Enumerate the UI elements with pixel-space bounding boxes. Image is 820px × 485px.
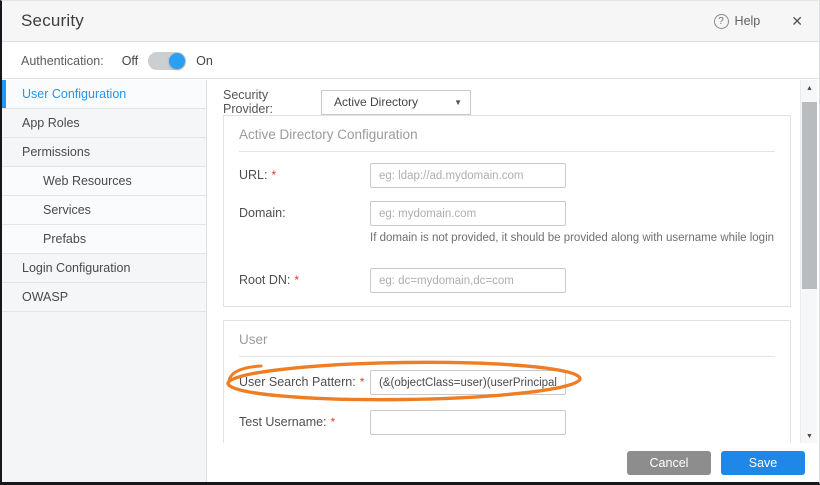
required-asterisk: * xyxy=(271,168,276,182)
sidebar-item-owasp[interactable]: OWASP xyxy=(2,283,206,312)
toggle-off-label: Off xyxy=(122,54,138,68)
help-label: Help xyxy=(735,14,761,28)
security-dialog: Security ? Help ✕ Authentication: Off On… xyxy=(0,0,820,485)
dialog-header: Security ? Help ✕ xyxy=(2,1,819,42)
scrollbar-thumb[interactable] xyxy=(802,102,817,289)
security-provider-value: Active Directory xyxy=(334,95,418,109)
sidebar-item-app-roles[interactable]: App Roles xyxy=(2,109,206,138)
cancel-button[interactable]: Cancel xyxy=(627,451,711,475)
url-input[interactable] xyxy=(370,163,566,188)
root-dn-label: Root DN: xyxy=(239,273,290,287)
ad-configuration-panel: Active Directory Configuration URL: * Dom… xyxy=(223,115,791,307)
ad-configuration-heading: Active Directory Configuration xyxy=(224,116,790,151)
authentication-toggle[interactable] xyxy=(148,52,186,70)
sidebar-item-web-resources[interactable]: Web Resources xyxy=(2,167,206,196)
chevron-down-icon: ▼ xyxy=(454,98,462,107)
user-search-pattern-row: User Search Pattern: * xyxy=(224,370,790,395)
sidebar-item-user-configuration[interactable]: User Configuration xyxy=(2,80,206,109)
sidebar-item-prefabs[interactable]: Prefabs xyxy=(2,225,206,254)
settings-sidebar: User Configuration App Roles Permissions… xyxy=(2,80,207,482)
user-search-pattern-input[interactable] xyxy=(370,370,566,395)
toggle-on-label: On xyxy=(196,54,213,68)
help-icon: ? xyxy=(714,14,729,29)
security-provider-select[interactable]: Active Directory ▼ xyxy=(321,90,471,115)
required-asterisk: * xyxy=(331,415,336,429)
page-title: Security xyxy=(21,11,84,31)
user-heading: User xyxy=(224,321,790,356)
divider xyxy=(239,356,775,357)
root-dn-field-row: Root DN: * xyxy=(224,268,790,293)
sidebar-item-permissions[interactable]: Permissions xyxy=(2,138,206,167)
test-username-input[interactable] xyxy=(370,410,566,435)
test-username-label: Test Username: xyxy=(239,415,327,429)
toggle-knob xyxy=(169,53,185,69)
divider xyxy=(239,151,775,152)
test-username-row: Test Username: * xyxy=(224,410,790,435)
authentication-label: Authentication: xyxy=(21,54,104,68)
authentication-row: Authentication: Off On xyxy=(2,43,819,79)
domain-label: Domain: xyxy=(239,206,286,220)
help-button[interactable]: ? Help xyxy=(714,14,761,29)
domain-help-text: If domain is not provided, it should be … xyxy=(370,232,774,244)
close-icon[interactable]: ✕ xyxy=(791,13,803,30)
vertical-scrollbar[interactable]: ▲ ▼ xyxy=(800,80,817,445)
required-asterisk: * xyxy=(294,273,299,287)
root-dn-input[interactable] xyxy=(370,268,566,293)
security-provider-row: Security Provider: Active Directory ▼ xyxy=(223,88,471,116)
sidebar-item-login-configuration[interactable]: Login Configuration xyxy=(2,254,206,283)
save-button[interactable]: Save xyxy=(721,451,805,475)
domain-input[interactable] xyxy=(370,201,566,226)
required-asterisk: * xyxy=(360,375,365,389)
sidebar-item-services[interactable]: Services xyxy=(2,196,206,225)
scroll-down-icon[interactable]: ▼ xyxy=(801,430,818,443)
security-provider-label: Security Provider: xyxy=(223,88,321,116)
dialog-footer: Cancel Save xyxy=(207,443,819,482)
user-search-pattern-label: User Search Pattern: xyxy=(239,375,356,389)
url-field-row: URL: * xyxy=(224,163,790,188)
user-panel: User User Search Pattern: * Test Username… xyxy=(223,320,791,445)
url-label: URL: xyxy=(239,168,267,182)
scroll-up-icon[interactable]: ▲ xyxy=(801,82,818,95)
domain-field-row: Domain: If domain is not provided, it sh… xyxy=(224,201,790,257)
main-content: Security Provider: Active Directory ▼ Ac… xyxy=(207,80,819,482)
